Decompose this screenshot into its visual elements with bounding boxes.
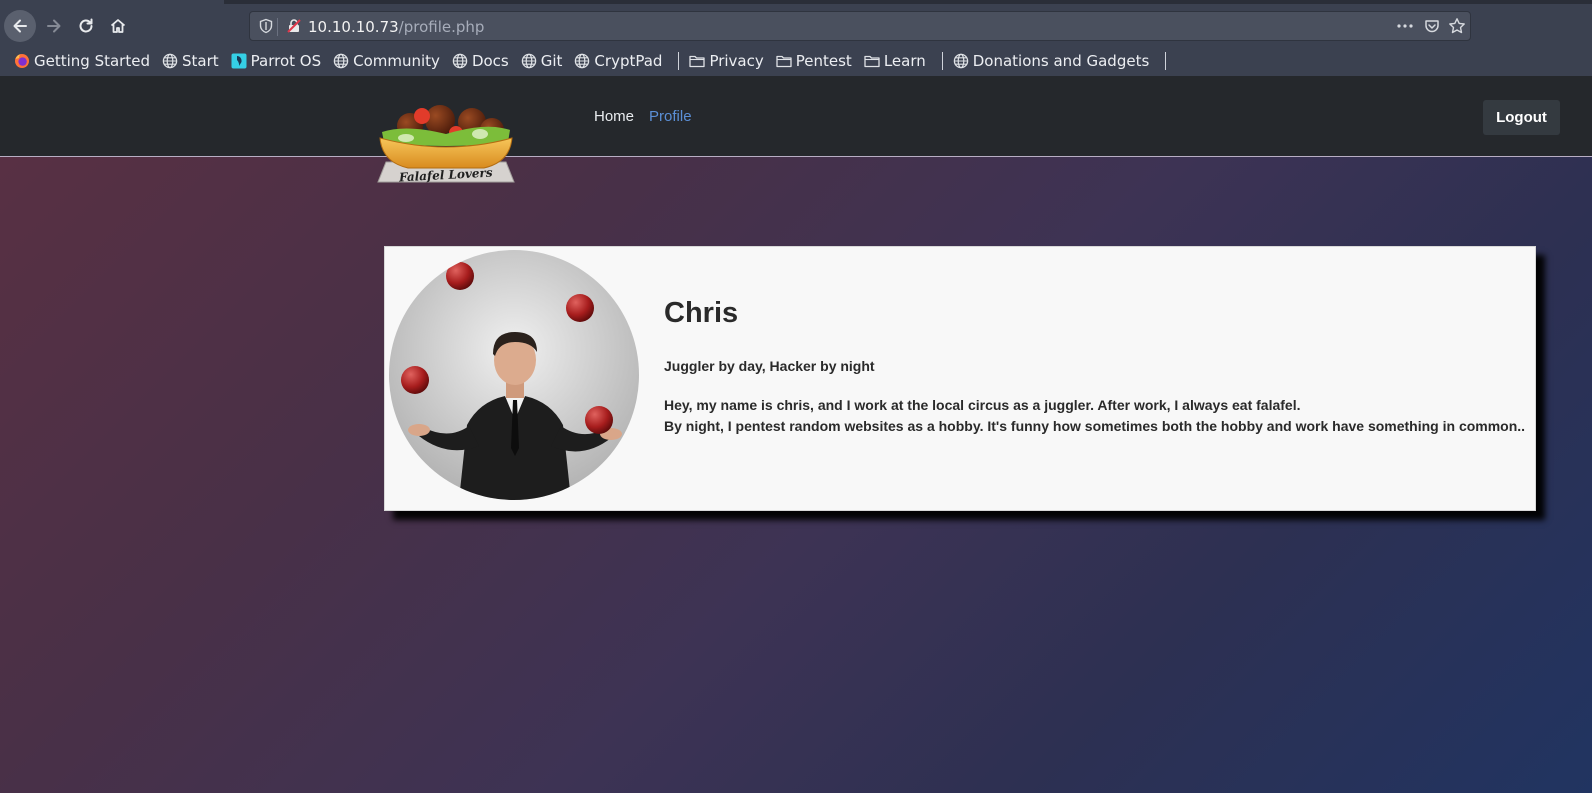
home-icon [110, 19, 126, 33]
folder-icon [864, 54, 880, 68]
globe-icon [521, 53, 537, 69]
arrow-left-icon [13, 19, 27, 33]
globe-icon [574, 53, 590, 69]
bookmark-star-icon[interactable] [1448, 17, 1466, 35]
bookmark-community[interactable]: Community [331, 49, 446, 73]
bookmark-folder-privacy[interactable]: Privacy [687, 49, 769, 73]
bookmark-separator [941, 52, 943, 70]
firefox-icon [14, 53, 30, 69]
web-page: Home Profile Logout Falafel Lovers Chris… [0, 76, 1592, 793]
profile-bio-line: By night, I pentest random websites as a… [664, 418, 1526, 434]
url-separator [277, 18, 278, 36]
globe-icon [162, 53, 178, 69]
address-bar[interactable]: 10.10.10.73/profile.php [249, 11, 1471, 41]
shield-icon[interactable] [258, 18, 274, 34]
home-button[interactable] [102, 10, 134, 42]
globe-icon [333, 53, 349, 69]
bookmark-label: Pentest [795, 52, 852, 70]
profile-card: Chris Juggler by day, Hacker by night He… [384, 246, 1536, 511]
bookmark-label: Start [181, 52, 219, 70]
bookmark-label: Git [540, 52, 563, 70]
browser-chrome: 10.10.10.73/profile.php Getting Started … [0, 0, 1592, 76]
globe-icon [452, 53, 468, 69]
url-text[interactable]: 10.10.10.73/profile.php [308, 18, 484, 36]
profile-name: Chris [664, 297, 739, 329]
bookmark-label: Docs [471, 52, 509, 70]
bookmark-label: Donations and Gadgets [972, 52, 1150, 70]
reload-button[interactable] [70, 10, 102, 42]
back-button[interactable] [4, 10, 36, 42]
browser-toolbar: 10.10.10.73/profile.php [0, 4, 1592, 46]
pocket-icon[interactable] [1424, 18, 1440, 34]
bookmark-label: Getting Started [34, 52, 150, 70]
folder-icon [689, 54, 706, 68]
logout-button[interactable]: Logout [1483, 100, 1560, 135]
bookmark-docs[interactable]: Docs [450, 49, 515, 73]
nav-profile-link[interactable]: Profile [649, 108, 692, 125]
parrot-icon [231, 53, 247, 69]
site-navbar: Home Profile Logout [0, 76, 1592, 157]
bookmark-parrot-os[interactable]: Parrot OS [229, 49, 327, 73]
bookmark-folder-pentest[interactable]: Pentest [774, 49, 858, 73]
globe-icon [953, 53, 969, 69]
bookmark-label: CryptPad [594, 52, 663, 70]
bookmark-label: Learn [883, 52, 926, 70]
insecure-lock-icon[interactable] [286, 18, 302, 34]
bookmark-folder-learn[interactable]: Learn [862, 49, 932, 73]
bookmark-label: Parrot OS [250, 52, 322, 70]
profile-tagline: Juggler by day, Hacker by night [664, 358, 875, 374]
profile-bio-line: Hey, my name is chris, and I work at the… [664, 397, 1301, 413]
forward-button[interactable] [38, 10, 70, 42]
bookmark-separator [678, 52, 680, 70]
bookmark-donations-and-gadgets[interactable]: Donations and Gadgets [951, 49, 1156, 73]
reload-icon [79, 18, 93, 33]
nav-links: Home Profile [594, 108, 692, 125]
bookmark-label: Community [353, 52, 440, 70]
bookmark-start[interactable]: Start [160, 49, 225, 73]
profile-bio: Hey, my name is chris, and I work at the… [664, 395, 1525, 437]
arrow-right-icon [47, 19, 61, 33]
profile-avatar [389, 250, 639, 500]
url-host: 10.10.10.73 [308, 18, 399, 36]
falafel-lovers-logo[interactable]: Falafel Lovers [376, 100, 516, 188]
more-actions-icon[interactable] [1396, 18, 1414, 34]
bookmark-git[interactable]: Git [519, 49, 569, 73]
nav-home-link[interactable]: Home [594, 108, 634, 125]
bookmarks-toolbar: Getting Started Start Parrot OS Communit… [0, 46, 1592, 76]
bookmark-separator [1165, 52, 1167, 70]
bookmark-getting-started[interactable]: Getting Started [12, 49, 156, 73]
bookmark-cryptpad[interactable]: CryptPad [572, 49, 668, 73]
folder-icon [776, 54, 792, 68]
url-path: /profile.php [398, 18, 485, 36]
bookmark-label: Privacy [709, 52, 764, 70]
